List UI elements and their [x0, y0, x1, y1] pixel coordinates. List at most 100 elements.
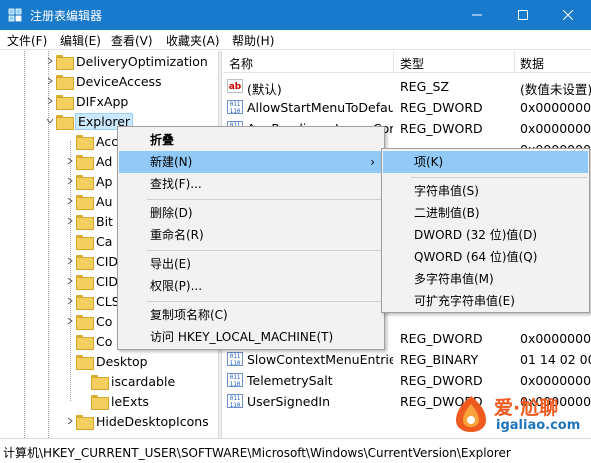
tree-node-ap[interactable]: Ap — [64, 171, 113, 191]
menu-item-new[interactable]: 新建(N) › — [119, 151, 383, 173]
folder-icon — [76, 274, 94, 290]
menu-view[interactable]: 查看(V) — [111, 32, 153, 49]
current-key-path: 计算机\HKEY_CURRENT_USER\SOFTWARE\Microsoft… — [3, 446, 511, 460]
binary-value-icon: 011110 — [227, 352, 243, 366]
tree-node-acc[interactable]: Acc — [64, 131, 118, 151]
tree-node-bit[interactable]: Bit — [64, 211, 113, 231]
tree-node-co-1[interactable]: Co — [64, 311, 112, 331]
menu-item-collapse[interactable]: 折叠 — [119, 129, 383, 151]
expand-chevron-icon[interactable] — [64, 411, 76, 431]
tree-node-label: CID — [96, 253, 119, 269]
table-row[interactable]: ab (默认) REG_SZ (数值未设置) — [223, 76, 591, 97]
status-bar: 计算机\HKEY_CURRENT_USER\SOFTWARE\Microsoft… — [0, 438, 591, 463]
tree-node-label: Au — [96, 193, 113, 209]
column-divider[interactable] — [393, 51, 394, 73]
tree-node-cid-2[interactable]: CID — [64, 271, 118, 291]
submenu-item-multi-string-value[interactable]: 多字符串值(M) — [383, 268, 588, 290]
value-type: REG_DWORD — [400, 100, 483, 115]
folder-icon — [76, 134, 94, 150]
folder-icon — [56, 114, 74, 130]
value-type: REG_BINARY — [400, 352, 479, 367]
expand-chevron-icon[interactable] — [64, 191, 76, 211]
submenu-item-expandable-string-value[interactable]: 可扩充字符串值(E) — [383, 290, 588, 312]
collapse-chevron-icon[interactable] — [44, 111, 56, 131]
value-type: REG_DWORD — [400, 373, 483, 388]
expand-chevron-icon[interactable] — [64, 171, 76, 191]
menu-separator — [411, 177, 587, 178]
value-data: 0x00000001 — [520, 121, 591, 136]
tree-node-label: Co — [96, 313, 113, 329]
menu-item-export[interactable]: 导出(E) — [119, 253, 383, 275]
folder-icon — [91, 374, 109, 390]
menu-edit[interactable]: 编辑(E) — [60, 32, 101, 49]
menu-item-delete[interactable]: 删除(D) — [119, 202, 383, 224]
tree-node-label: Ca — [96, 233, 113, 249]
submenu-item-binary-value[interactable]: 二进制值(B) — [383, 202, 588, 224]
value-name: SlowContextMenuEntries — [247, 352, 393, 367]
submenu-item-key[interactable]: 项(K) — [383, 151, 588, 173]
tree-node-deviceaccess[interactable]: DeviceAccess — [44, 71, 162, 91]
new-submenu: 项(K) 字符串值(S) 二进制值(B) DWORD (32 位)值(D) QW… — [381, 148, 590, 313]
tree-node-ca[interactable]: Ca — [64, 231, 112, 251]
value-type: REG_SZ — [400, 79, 450, 94]
table-row[interactable]: 011 110 TelemetrySalt REG_DWORD 0x0000000… — [223, 370, 591, 391]
minimize-icon — [472, 14, 482, 16]
column-header-data[interactable]: 数据 — [520, 55, 544, 72]
folder-icon — [76, 254, 94, 270]
watermark-url: igaliao.com — [496, 418, 581, 433]
column-divider[interactable] — [514, 51, 515, 73]
value-data: 0x00000001 — [520, 100, 591, 115]
menu-item-permissions[interactable]: 权限(P)... — [119, 275, 383, 297]
tree-node-difxapp[interactable]: DIFxApp — [44, 91, 128, 111]
folder-icon — [91, 394, 109, 410]
menu-bar: 文件(F) 编辑(E) 查看(V) 收藏夹(A) 帮助(H) — [0, 30, 591, 50]
tree-node-cid-1[interactable]: CID — [64, 251, 118, 271]
watermark: 爱·尬聊 igaliao.com — [452, 390, 591, 440]
folder-icon — [76, 314, 94, 330]
table-row[interactable]: 011 110 AllowStartMenuToDefault REG_DWORD… — [223, 97, 591, 118]
tree-node-leexts[interactable]: leExts — [91, 391, 149, 411]
site-logo-icon — [456, 396, 486, 432]
minimize-button[interactable] — [454, 0, 500, 30]
string-value-icon: ab — [227, 79, 243, 93]
menu-item-copy-key-name[interactable]: 复制项名称(C) — [119, 304, 383, 326]
column-header-type[interactable]: 类型 — [400, 55, 424, 72]
table-row[interactable]: 011 110 SlowContextMenuEntries REG_BINARY… — [223, 349, 591, 370]
expand-chevron-icon[interactable] — [44, 91, 56, 111]
tree-node-desktop[interactable]: Desktop — [64, 351, 148, 371]
maximize-button[interactable] — [500, 0, 546, 30]
expand-chevron-icon[interactable] — [44, 51, 56, 71]
menu-item-rename[interactable]: 重命名(R) — [119, 224, 383, 246]
submenu-item-dword-value[interactable]: DWORD (32 位)值(D) — [383, 224, 588, 246]
menu-item-find[interactable]: 查找(F)... — [119, 173, 383, 195]
tree-node-label: DeliveryOptimization — [76, 53, 208, 69]
expand-chevron-icon[interactable] — [64, 271, 76, 291]
tree-node-iscardable[interactable]: iscardable — [91, 371, 175, 391]
tree-node-deliveryoptimization[interactable]: DeliveryOptimization — [44, 51, 208, 71]
submenu-item-string-value[interactable]: 字符串值(S) — [383, 180, 588, 202]
expand-chevron-icon[interactable] — [64, 311, 76, 331]
value-data: 0x00000001 — [520, 331, 591, 346]
expand-chevron-icon[interactable] — [64, 251, 76, 271]
folder-icon — [76, 334, 94, 350]
tree-node-hidedesktopicons[interactable]: HideDesktopIcons — [64, 411, 209, 431]
expand-chevron-icon[interactable] — [64, 211, 76, 231]
tree-node-co-2[interactable]: Co — [64, 331, 112, 351]
menu-item-goto-hklm[interactable]: 访问 HKEY_LOCAL_MACHINE(T) — [119, 326, 383, 348]
close-icon — [563, 10, 573, 20]
expand-chevron-icon[interactable] — [64, 151, 76, 171]
tree-node-cls[interactable]: CLS — [64, 291, 120, 311]
tree-node-au[interactable]: Au — [64, 191, 112, 211]
column-header-name[interactable]: 名称 — [229, 55, 253, 72]
menu-favorites[interactable]: 收藏夹(A) — [166, 32, 220, 49]
tree-node-label: DeviceAccess — [76, 73, 162, 89]
binary-value-icon: 011110 — [227, 100, 243, 114]
submenu-item-qword-value[interactable]: QWORD (64 位)值(Q) — [383, 246, 588, 268]
menu-help[interactable]: 帮助(H) — [232, 32, 274, 49]
expand-chevron-icon[interactable] — [64, 291, 76, 311]
close-button[interactable] — [545, 0, 591, 30]
menu-separator — [147, 250, 382, 251]
tree-node-ad[interactable]: Ad — [64, 151, 112, 171]
expand-chevron-icon[interactable] — [44, 71, 56, 91]
menu-file[interactable]: 文件(F) — [7, 32, 47, 49]
